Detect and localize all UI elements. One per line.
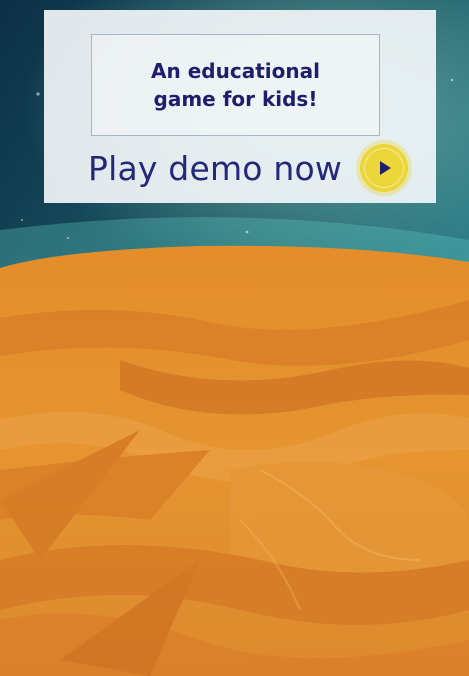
promo-card: An educational game for kids! Play demo … [44, 10, 436, 203]
game-landing-screen: An educational game for kids! Play demo … [0, 0, 469, 676]
tagline-text: An educational game for kids! [151, 59, 320, 111]
play-demo-link[interactable]: Play demo now [88, 138, 408, 198]
play-demo-label[interactable]: Play demo now [88, 149, 342, 188]
tagline-box: An educational game for kids! [91, 34, 380, 136]
play-demo-button[interactable] [360, 144, 408, 192]
play-icon [380, 161, 391, 175]
